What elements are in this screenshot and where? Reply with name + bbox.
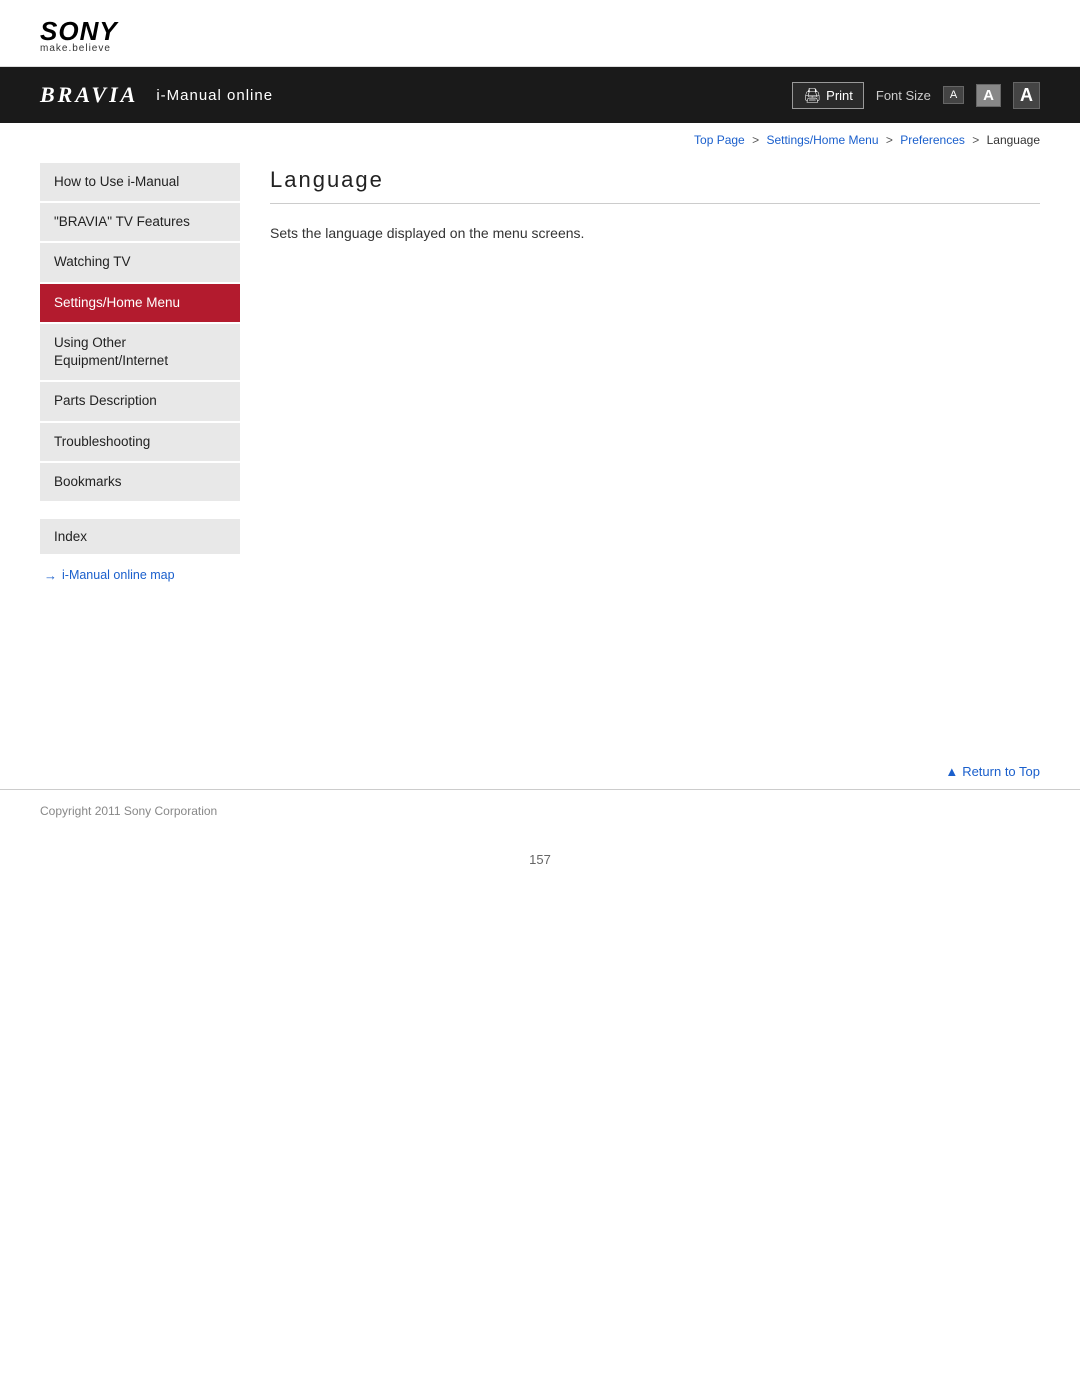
font-size-small-button[interactable]: A bbox=[943, 86, 964, 104]
banner-right: 🖨 Print Font Size A A A bbox=[792, 82, 1040, 109]
sidebar-item-how-to-use[interactable]: How to Use i-Manual bbox=[40, 163, 240, 203]
return-to-top-arrow: ▲ bbox=[945, 764, 958, 779]
font-size-large-button[interactable]: A bbox=[1013, 82, 1040, 109]
page-number-text: 157 bbox=[529, 852, 551, 867]
return-to-top-label: Return to Top bbox=[962, 764, 1040, 779]
print-label: Print bbox=[826, 88, 853, 103]
breadcrumb-preferences[interactable]: Preferences bbox=[900, 133, 965, 147]
sidebar-item-parts-description[interactable]: Parts Description bbox=[40, 382, 240, 422]
font-size-label: Font Size bbox=[876, 88, 931, 103]
sidebar: How to Use i-Manual "BRAVIA" TV Features… bbox=[40, 163, 240, 723]
sidebar-item-bookmarks[interactable]: Bookmarks bbox=[40, 463, 240, 503]
breadcrumb: Top Page > Settings/Home Menu > Preferen… bbox=[0, 123, 1080, 153]
sidebar-item-using-other-equipment[interactable]: Using Other Equipment/Internet bbox=[40, 324, 240, 382]
sidebar-map-label: i-Manual online map bbox=[62, 568, 175, 582]
breadcrumb-top-page[interactable]: Top Page bbox=[694, 133, 745, 147]
breadcrumb-sep2: > bbox=[886, 133, 893, 147]
copyright-bar: Copyright 2011 Sony Corporation bbox=[0, 789, 1080, 832]
copyright-text: Copyright 2011 Sony Corporation bbox=[40, 804, 217, 818]
breadcrumb-settings[interactable]: Settings/Home Menu bbox=[766, 133, 878, 147]
sony-tagline: make.believe bbox=[40, 44, 1040, 54]
footer-area: ▲ Return to Top bbox=[0, 753, 1080, 789]
banner-left: BRAVIA i-Manual online bbox=[40, 82, 273, 108]
sidebar-item-settings-home-menu[interactable]: Settings/Home Menu bbox=[40, 284, 240, 324]
page-number: 157 bbox=[0, 832, 1080, 897]
font-size-medium-button[interactable]: A bbox=[976, 84, 1001, 107]
logo-area: SONY make.believe bbox=[0, 0, 1080, 67]
top-banner: BRAVIA i-Manual online 🖨 Print Font Size… bbox=[0, 67, 1080, 123]
sidebar-item-troubleshooting[interactable]: Troubleshooting bbox=[40, 423, 240, 463]
page-description: Sets the language displayed on the menu … bbox=[270, 222, 1040, 244]
return-to-top-link[interactable]: ▲ Return to Top bbox=[945, 764, 1040, 779]
print-icon: 🖨 bbox=[803, 87, 821, 104]
imanual-label: i-Manual online bbox=[156, 87, 273, 104]
sidebar-item-watching-tv[interactable]: Watching TV bbox=[40, 243, 240, 283]
breadcrumb-sep1: > bbox=[752, 133, 759, 147]
sidebar-spacer bbox=[40, 503, 240, 519]
sidebar-item-index[interactable]: Index bbox=[40, 519, 240, 554]
breadcrumb-sep3: > bbox=[972, 133, 979, 147]
print-button[interactable]: 🖨 Print bbox=[792, 82, 864, 109]
sony-logo: SONY make.believe bbox=[40, 18, 1040, 54]
arrow-icon: → bbox=[44, 568, 57, 583]
sony-text: SONY bbox=[40, 18, 1040, 44]
page-title: Language bbox=[270, 167, 1040, 204]
content-area: Language Sets the language displayed on … bbox=[270, 163, 1040, 723]
sidebar-map-link[interactable]: → i-Manual online map bbox=[44, 568, 240, 583]
sidebar-item-bravia-tv-features[interactable]: "BRAVIA" TV Features bbox=[40, 203, 240, 243]
main-layout: How to Use i-Manual "BRAVIA" TV Features… bbox=[0, 153, 1080, 753]
breadcrumb-current: Language bbox=[987, 133, 1040, 147]
bravia-title: BRAVIA bbox=[40, 82, 138, 108]
